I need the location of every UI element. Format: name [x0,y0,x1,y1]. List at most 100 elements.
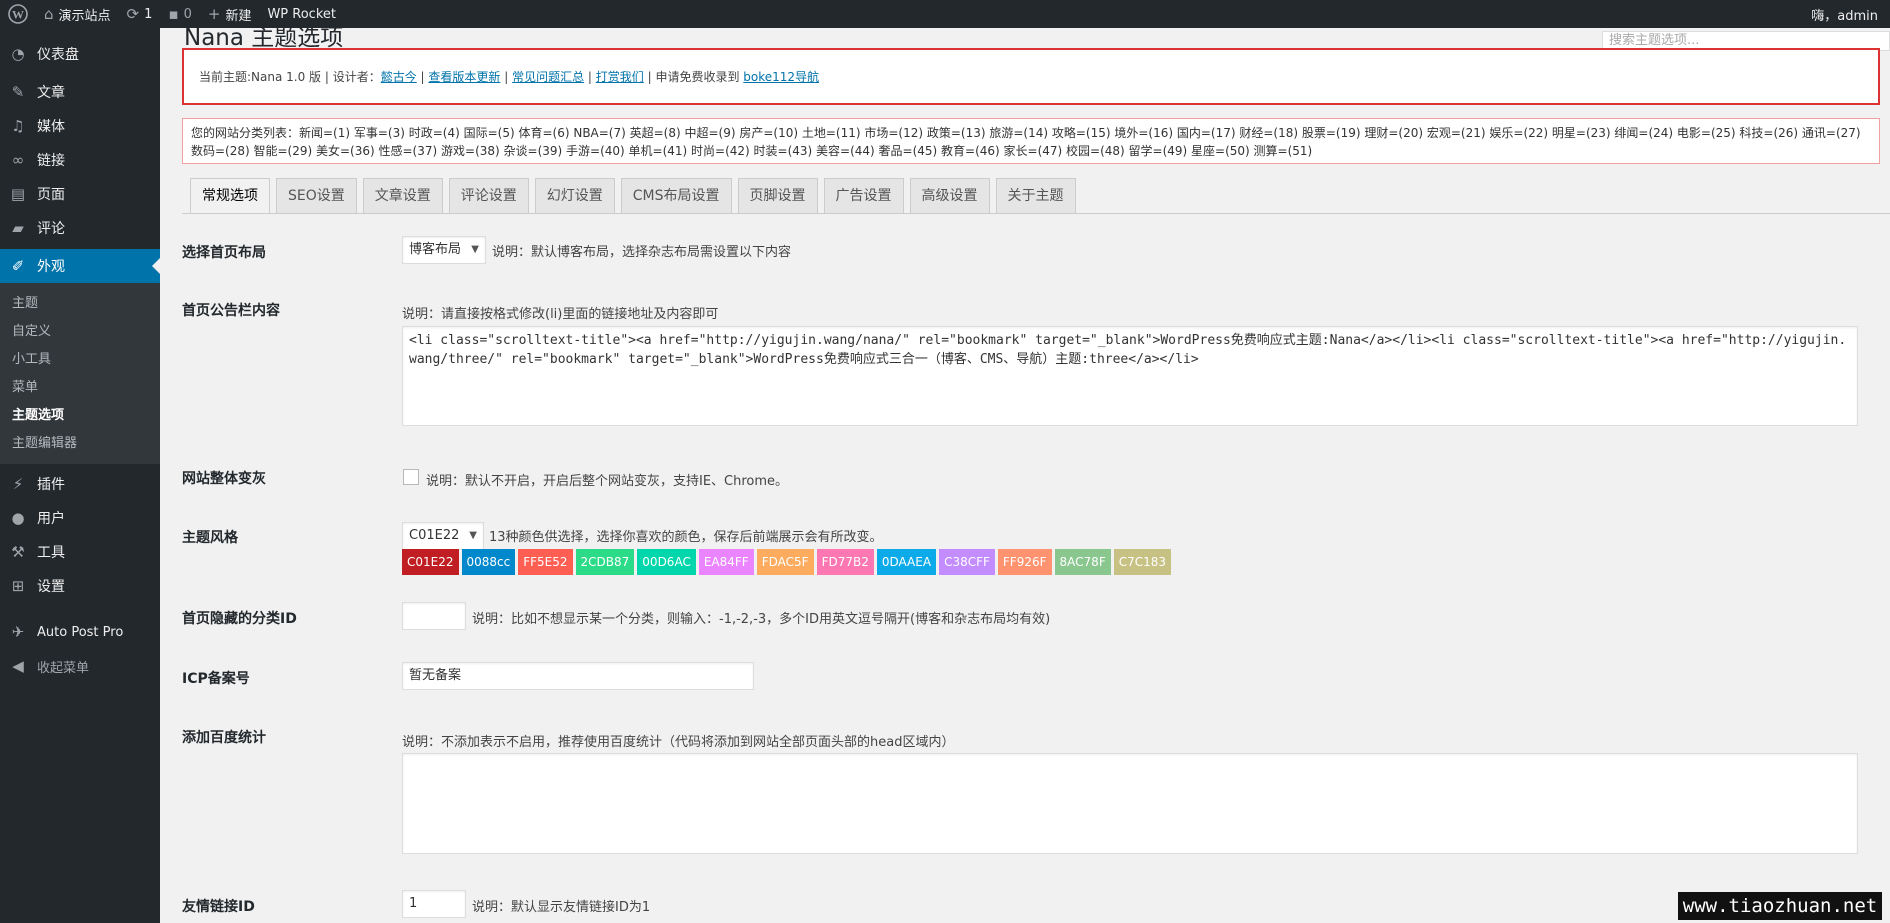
menu-media[interactable]: ♫ 媒体 [0,109,160,143]
color-swatch[interactable]: C38CFF [939,549,995,575]
hidden-cats-input[interactable] [402,602,466,630]
tab-about[interactable]: 关于主题 [995,178,1076,214]
theme-color-value: C01E22 [409,528,460,543]
main-content: Nana 主题选项 搜索主题选项... 当前主题:Nana 1.0 版 | 设计… [160,28,1890,923]
menu-plugins[interactable]: ⚡ 插件 [0,467,160,501]
tab-advanced[interactable]: 高级设置 [909,178,990,214]
tab-post[interactable]: 文章设置 [362,178,443,214]
color-swatch[interactable]: 2CDB87 [575,549,635,575]
baidu-label: 添加百度统计 [182,730,266,746]
color-swatch[interactable]: 00D6AC [637,549,696,575]
color-swatch[interactable]: 0DAAEA [876,549,937,575]
menu-appearance[interactable]: ✐ 外观 [0,249,160,283]
tab-ads[interactable]: 广告设置 [823,178,904,214]
watermark: www.tiaozhuan.net [1678,892,1882,920]
grayscale-label: 网站整体变灰 [182,471,266,487]
menu-label: Auto Post Pro [37,624,124,640]
menu-dashboard[interactable]: ◔ 仪表盘 [0,37,160,71]
friend-link-input[interactable]: 1 [402,890,466,918]
icp-input[interactable]: 暂无备案 [402,662,754,690]
new-label: 新建 [225,8,252,24]
svg-text:W: W [12,8,24,22]
submenu-widgets[interactable]: 小工具 [0,346,160,374]
menu-comments[interactable]: ▰ 评论 [0,211,160,245]
version-update-link[interactable]: 查看版本更新 [428,68,500,85]
baidu-textarea[interactable] [402,753,1858,854]
site-home-link[interactable]: ⌂ 演示站点 [36,0,119,28]
submenu-customize[interactable]: 自定义 [0,318,160,346]
menu-users[interactable]: ● 用户 [0,501,160,535]
friend-link-desc: 说明：默认显示友情链接ID为1 [472,900,651,915]
tab-comments[interactable]: 评论设置 [448,178,529,214]
menu-label: 链接 [37,153,65,169]
layout-desc: 说明：默认博客布局，选择杂志布局需设置以下内容 [492,245,792,260]
media-icon: ♫ [11,117,25,135]
notice-middle: | 申请免费收录到 [643,70,744,84]
menu-links[interactable]: ∞ 链接 [0,143,160,177]
color-swatch[interactable]: FF5E52 [518,549,573,575]
theme-color-select[interactable]: C01E22 ▼ [402,522,484,550]
submenu-themes[interactable]: 主题 [0,290,160,318]
color-swatch[interactable]: FDAC5F [756,549,814,575]
icp-label: ICP备案号 [182,671,250,687]
layout-label: 选择首页布局 [182,245,266,261]
donate-link[interactable]: 打赏我们 [596,68,644,85]
submenu-theme-options[interactable]: 主题选项 [0,402,160,430]
menu-label: 用户 [37,511,65,527]
menu-label: 工具 [37,545,65,561]
comments-link[interactable]: ▪ 0 [160,0,199,28]
designer-link[interactable]: 懿古今 [381,68,417,85]
color-swatches: C01E22 0088cc FF5E52 2CDB87 00D6AC EA84FF FDAC… [402,549,1174,575]
menu-label: 外观 [37,259,65,275]
tab-slider[interactable]: 幻灯设置 [534,178,615,214]
tab-footer[interactable]: 页脚设置 [737,178,818,214]
announcement-desc: 说明：请直接按格式修改(li)里面的链接地址及内容即可 [402,307,719,322]
color-swatch[interactable]: C01E22 [402,549,459,575]
brush-icon: ✐ [11,257,25,275]
tab-cms-layout[interactable]: CMS布局设置 [620,178,732,214]
updates-link[interactable]: ⟳ 1 [119,0,161,28]
updates-count: 1 [144,6,153,22]
menu-settings[interactable]: ⊞ 设置 [0,569,160,603]
menu-label: 文章 [37,85,65,101]
wrench-icon: ⚒ [11,543,25,561]
color-swatch[interactable]: 0088cc [461,549,516,575]
settings-icon: ⊞ [11,577,25,595]
submenu-menus[interactable]: 菜单 [0,374,160,402]
menu-pages[interactable]: ▤ 页面 [0,177,160,211]
color-swatch[interactable]: EA84FF [698,549,754,575]
menu-label: 媒体 [37,119,65,135]
collapse-menu-button[interactable]: ◀ 收起菜单 [0,649,160,683]
user-icon: ● [11,509,25,527]
grayscale-checkbox[interactable] [403,469,419,485]
color-swatch[interactable]: FD77B2 [816,549,874,575]
wp-rocket-link[interactable]: WP Rocket [259,0,344,28]
color-swatch[interactable]: C7C183 [1113,549,1172,575]
menu-auto-post-pro[interactable]: ✈ Auto Post Pro [0,615,160,649]
pin-icon: ✎ [11,83,25,101]
dashboard-icon: ◔ [11,45,25,63]
theme-info-notice: 当前主题:Nana 1.0 版 | 设计者： 懿古今 | 查看版本更新 | 常见… [182,48,1880,105]
user-greeting[interactable]: 嗨，admin [1803,0,1890,28]
menu-tools[interactable]: ⚒ 工具 [0,535,160,569]
color-swatch[interactable]: 8AC78F [1054,549,1111,575]
menu-label: 插件 [37,477,65,493]
color-swatch[interactable]: FF926F [997,549,1052,575]
notice-sep: | [500,69,513,84]
menu-label: 页面 [37,187,65,203]
menu-label: 评论 [37,221,65,237]
site-name: 演示站点 [58,8,111,24]
layout-select[interactable]: 博客布局 ▼ [402,236,486,264]
menu-posts[interactable]: ✎ 文章 [0,75,160,109]
faq-link[interactable]: 常见问题汇总 [512,68,584,85]
tab-general[interactable]: 常规选项 [190,178,270,214]
tab-seo[interactable]: SEO设置 [276,178,357,214]
submenu-theme-editor[interactable]: 主题编辑器 [0,430,160,458]
wordpress-logo-icon[interactable]: W [0,0,36,28]
new-content-link[interactable]: + 新建 [200,0,260,28]
announcement-textarea[interactable]: <li class="scrolltext-title"><a href="ht… [402,326,1858,426]
menu-label: 收起菜单 [37,660,90,676]
auto-post-icon: ✈ [11,623,25,641]
nav-link[interactable]: boke112导航 [743,68,819,85]
chevron-down-icon: ▼ [471,244,479,255]
